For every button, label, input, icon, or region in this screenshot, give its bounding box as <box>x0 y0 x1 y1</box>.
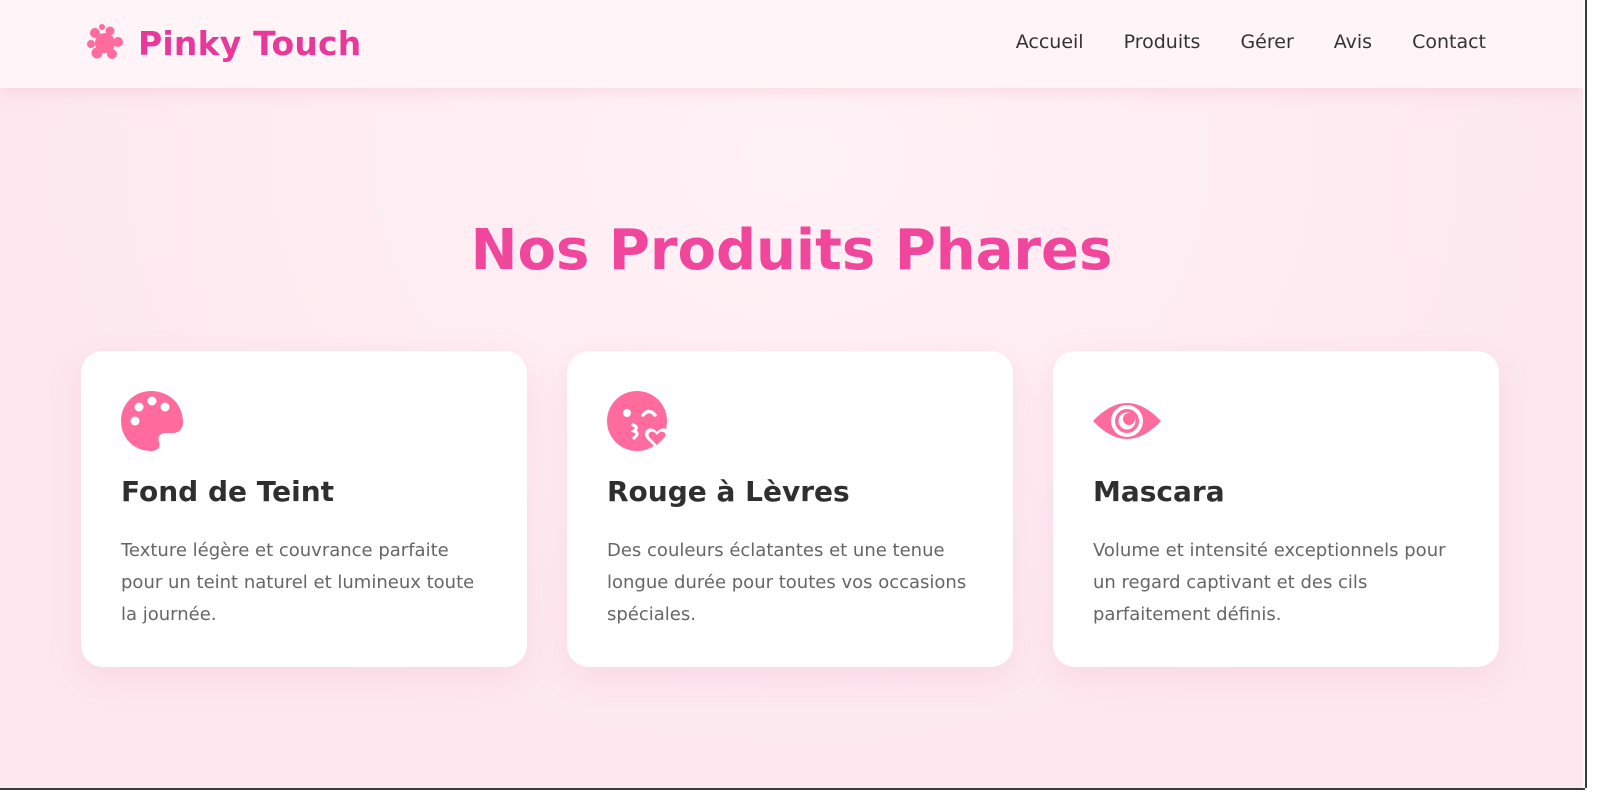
site-header: Pinky Touch Accueil Produits Gérer Avis … <box>0 0 1583 88</box>
product-card-foundation: Fond de Teint Texture légère et couvranc… <box>81 351 527 667</box>
nav-item-avis[interactable]: Avis <box>1334 31 1372 53</box>
nav-item-gerer[interactable]: Gérer <box>1240 31 1293 53</box>
product-card-mascara: Mascara Volume et intensité exceptionnel… <box>1053 351 1499 667</box>
sparkle-cluster-icon <box>87 24 123 59</box>
vertical-scrollbar[interactable] <box>1583 0 1600 804</box>
section-title: Nos Produits Phares <box>470 218 1113 283</box>
product-title: Fond de Teint <box>121 475 335 508</box>
kiss-wink-heart-icon <box>607 391 670 451</box>
scrollbar-edge <box>1585 0 1587 788</box>
product-description: Volume et intensité exceptionnels pour u… <box>1093 540 1446 625</box>
eye-icon <box>1093 403 1161 439</box>
palette-icon <box>121 391 183 451</box>
horizontal-scrollbar[interactable] <box>0 788 1600 804</box>
nav-item-accueil[interactable]: Accueil <box>1016 31 1084 53</box>
scrollbar-edge <box>0 788 1585 790</box>
main-nav: Accueil Produits Gérer Avis Contact <box>1016 31 1486 53</box>
nav-item-contact[interactable]: Contact <box>1412 31 1486 53</box>
brand-logo[interactable]: Pinky Touch <box>84 22 361 64</box>
product-card-lipstick: Rouge à Lèvres Des couleurs éclatantes e… <box>567 351 1013 667</box>
brand-name: Pinky Touch <box>138 23 362 63</box>
product-description: Texture légère et couvrance parfaite pou… <box>121 540 475 625</box>
page: Pinky Touch Accueil Produits Gérer Avis … <box>0 0 1583 788</box>
product-title: Mascara <box>1093 475 1225 508</box>
product-description: Des couleurs éclatantes et une tenue lon… <box>607 540 967 625</box>
nav-item-produits[interactable]: Produits <box>1124 31 1201 53</box>
product-title: Rouge à Lèvres <box>607 475 850 508</box>
